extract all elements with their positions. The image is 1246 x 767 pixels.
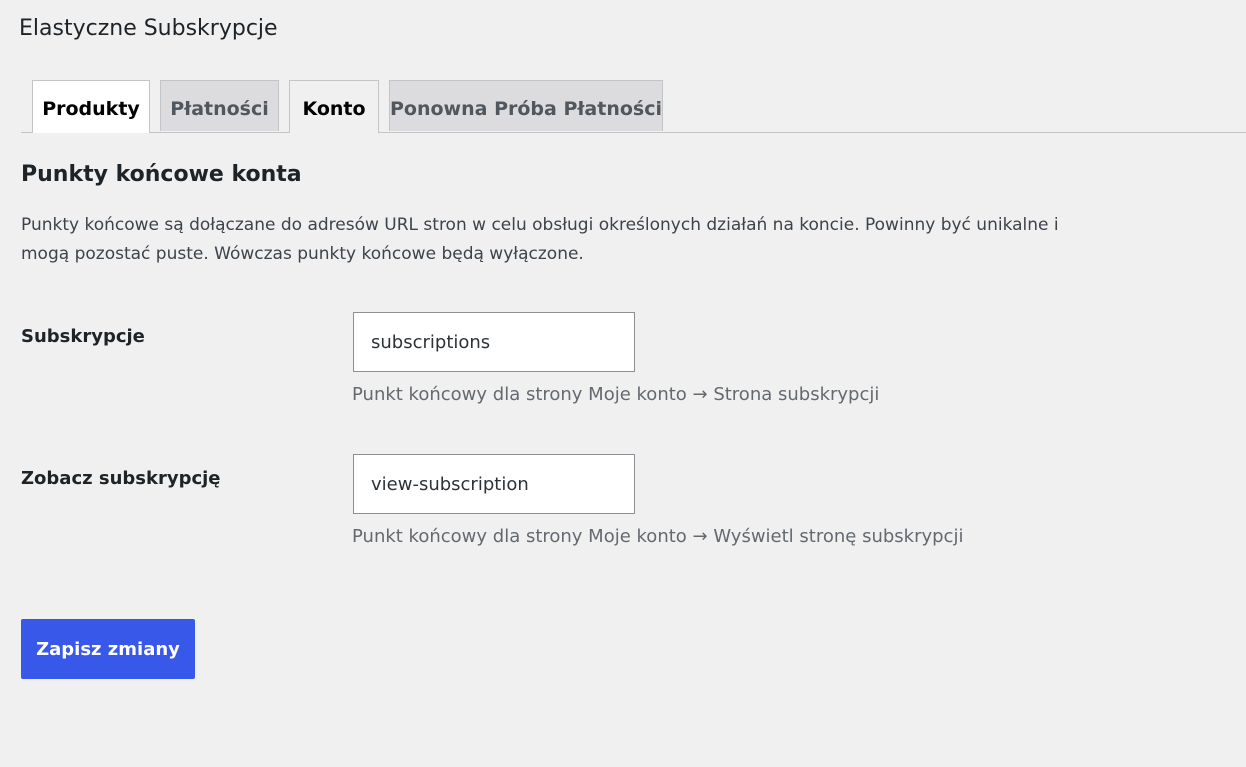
tab-produkty[interactable]: Produkty [32,80,150,133]
settings-page: Elastyczne Subskrypcje Produkty Płatnośc… [0,0,1246,767]
view-subscription-endpoint-label: Zobacz subskrypcję [21,468,221,489]
tab-platnosci[interactable]: Płatności [160,80,279,131]
page-title: Elastyczne Subskrypcje [19,16,278,41]
save-changes-button[interactable]: Zapisz zmiany [21,619,195,679]
section-title: Punkty końcowe konta [21,162,302,187]
section-description: Punkty końcowe są dołączane do adresów U… [21,215,1059,264]
tab-ponowna-proba-platnosci[interactable]: Ponowna Próba Płatności [389,80,663,131]
subscriptions-endpoint-input[interactable] [353,312,635,372]
tab-konto[interactable]: Konto [289,80,379,133]
tab-bar: Produkty Płatności Konto Ponowna Próba P… [21,80,1246,133]
subscriptions-endpoint-label: Subskrypcje [21,326,145,347]
view-subscription-endpoint-input[interactable] [353,454,635,514]
subscriptions-endpoint-hint: Punkt końcowy dla strony Moje konto → St… [352,384,880,405]
view-subscription-endpoint-hint: Punkt końcowy dla strony Moje konto → Wy… [352,526,964,547]
